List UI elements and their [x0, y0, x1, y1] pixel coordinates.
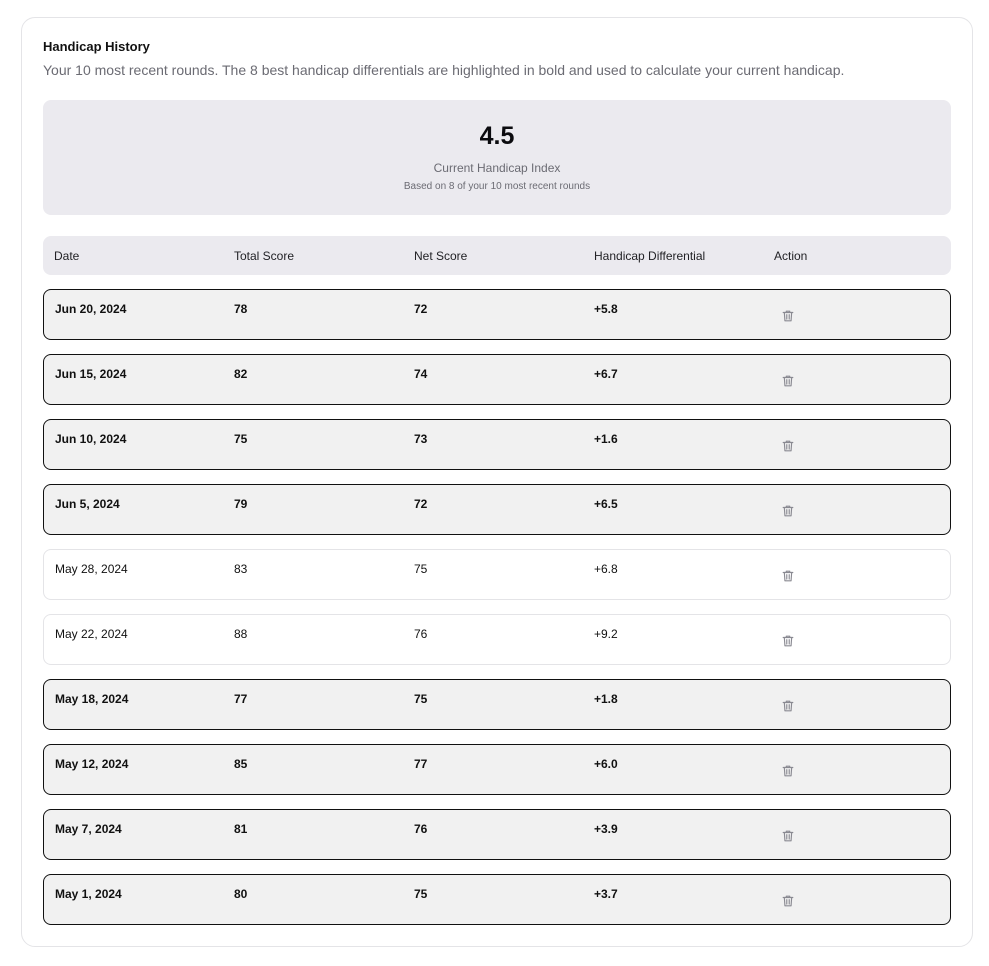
- round-handicap-differential: +6.0: [594, 757, 618, 771]
- table-row[interactable]: May 12, 2024 85 77 +6.0: [43, 744, 951, 795]
- handicap-index-value: 4.5: [479, 122, 515, 150]
- round-handicap-differential: +5.8: [594, 302, 618, 316]
- round-date: Jun 20, 2024: [55, 302, 127, 316]
- table-row[interactable]: May 22, 2024 88 76 +9.2: [43, 614, 951, 665]
- trash-icon: [781, 439, 795, 453]
- header-net-score: Net Score: [414, 249, 468, 263]
- trash-icon: [781, 569, 795, 583]
- handicap-summary: 4.5 Current Handicap Index Based on 8 of…: [43, 100, 951, 215]
- round-handicap-differential: +3.9: [594, 822, 618, 836]
- header-date: Date: [54, 249, 80, 263]
- round-total-score: 79: [234, 497, 248, 511]
- round-net-score: 75: [414, 887, 428, 901]
- delete-round-button[interactable]: [777, 695, 799, 717]
- table-row[interactable]: May 18, 2024 77 75 +1.8: [43, 679, 951, 730]
- delete-round-button[interactable]: [777, 565, 799, 587]
- table-row[interactable]: Jun 15, 2024 82 74 +6.7: [43, 354, 951, 405]
- round-date: May 22, 2024: [55, 627, 128, 641]
- round-total-score: 75: [234, 432, 248, 446]
- round-total-score: 80: [234, 887, 248, 901]
- round-net-score: 75: [414, 562, 428, 576]
- round-handicap-differential: +1.8: [594, 692, 618, 706]
- round-date: Jun 5, 2024: [55, 497, 120, 511]
- round-handicap-differential: +3.7: [594, 887, 618, 901]
- round-handicap-differential: +9.2: [594, 627, 618, 641]
- header-handicap-differential: Handicap Differential: [594, 249, 706, 263]
- trash-icon: [781, 309, 795, 323]
- round-date: May 7, 2024: [55, 822, 122, 836]
- round-net-score: 75: [414, 692, 428, 706]
- round-net-score: 72: [414, 497, 428, 511]
- handicap-history-card: Handicap History Your 10 most recent rou…: [21, 17, 973, 947]
- header-total-score: Total Score: [234, 249, 295, 263]
- trash-icon: [781, 829, 795, 843]
- round-date: Jun 10, 2024: [55, 432, 127, 446]
- delete-round-button[interactable]: [777, 500, 799, 522]
- delete-round-button[interactable]: [777, 630, 799, 652]
- delete-round-button[interactable]: [777, 370, 799, 392]
- trash-icon: [781, 374, 795, 388]
- delete-round-button[interactable]: [777, 435, 799, 457]
- table-row[interactable]: Jun 20, 2024 78 72 +5.8: [43, 289, 951, 340]
- round-handicap-differential: +6.5: [594, 497, 618, 511]
- round-total-score: 77: [234, 692, 248, 706]
- table-row[interactable]: Jun 10, 2024 75 73 +1.6: [43, 419, 951, 470]
- round-date: May 1, 2024: [55, 887, 122, 901]
- round-total-score: 85: [234, 757, 248, 771]
- card-description: Your 10 most recent rounds. The 8 best h…: [43, 62, 845, 78]
- delete-round-button[interactable]: [777, 890, 799, 912]
- round-date: May 12, 2024: [55, 757, 129, 771]
- trash-icon: [781, 894, 795, 908]
- round-total-score: 83: [234, 562, 248, 576]
- handicap-index-sublabel: Based on 8 of your 10 most recent rounds: [403, 181, 591, 192]
- round-total-score: 82: [234, 367, 248, 381]
- round-total-score: 81: [234, 822, 248, 836]
- table-row[interactable]: May 7, 2024 81 76 +3.9: [43, 809, 951, 860]
- table-row[interactable]: May 28, 2024 83 75 +6.8: [43, 549, 951, 600]
- round-net-score: 73: [414, 432, 428, 446]
- trash-icon: [781, 634, 795, 648]
- round-net-score: 72: [414, 302, 428, 316]
- trash-icon: [781, 764, 795, 778]
- round-date: May 18, 2024: [55, 692, 129, 706]
- trash-icon: [781, 504, 795, 518]
- handicap-index-label: Current Handicap Index: [433, 161, 561, 175]
- header-action: Action: [774, 249, 808, 263]
- round-net-score: 76: [414, 627, 428, 641]
- delete-round-button[interactable]: [777, 760, 799, 782]
- delete-round-button[interactable]: [777, 305, 799, 327]
- round-net-score: 76: [414, 822, 428, 836]
- round-date: Jun 15, 2024: [55, 367, 127, 381]
- round-date: May 28, 2024: [55, 562, 128, 576]
- round-net-score: 74: [414, 367, 428, 381]
- card-title: Handicap History: [43, 39, 150, 54]
- delete-round-button[interactable]: [777, 825, 799, 847]
- round-handicap-differential: +6.7: [594, 367, 618, 381]
- trash-icon: [781, 699, 795, 713]
- table-row[interactable]: May 1, 2024 80 75 +3.7: [43, 874, 951, 925]
- round-handicap-differential: +6.8: [594, 562, 618, 576]
- round-net-score: 77: [414, 757, 428, 771]
- table-row[interactable]: Jun 5, 2024 79 72 +6.5: [43, 484, 951, 535]
- table-header: Date Total Score Net Score Handicap Diff…: [43, 236, 951, 275]
- round-total-score: 88: [234, 627, 248, 641]
- round-total-score: 78: [234, 302, 248, 316]
- round-handicap-differential: +1.6: [594, 432, 618, 446]
